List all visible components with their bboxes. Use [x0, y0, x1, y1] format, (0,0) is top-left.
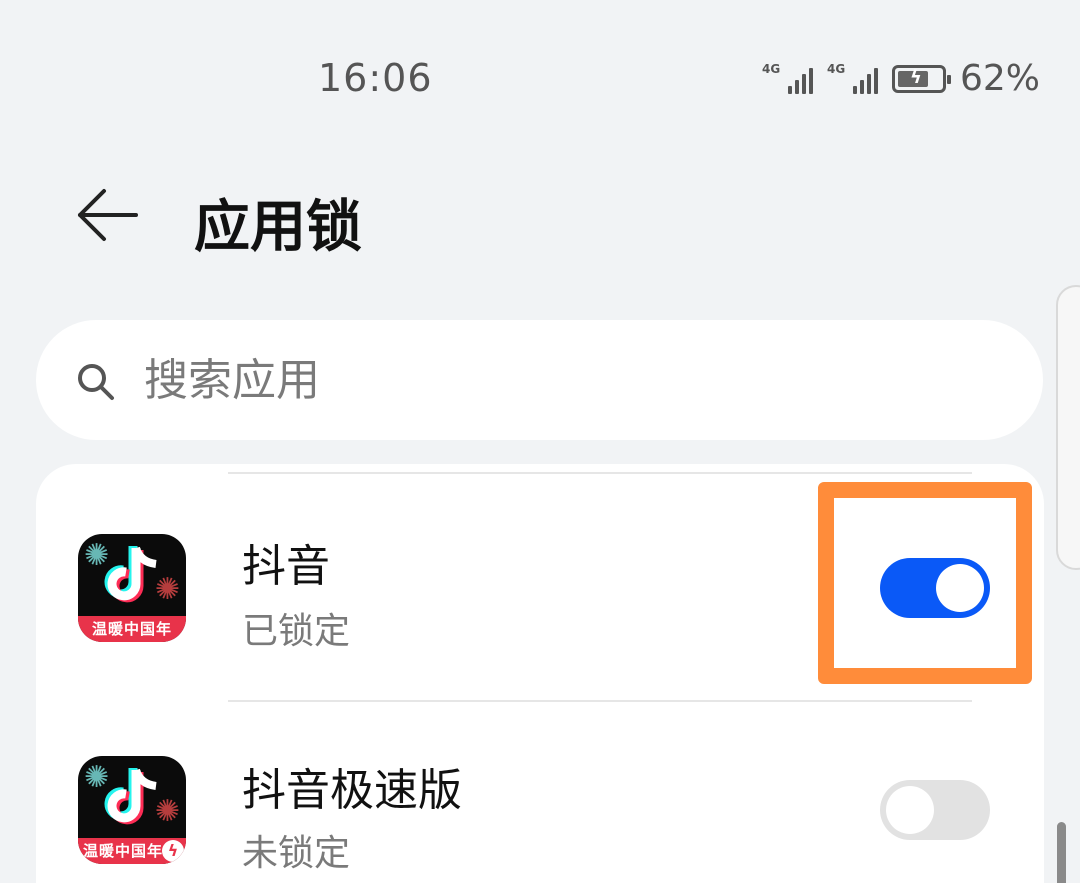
- app-lock-status: 已锁定: [242, 611, 351, 652]
- status-indicators: 4G 4G ϟ 62%: [762, 58, 1040, 99]
- side-panel-handle[interactable]: [1056, 285, 1080, 570]
- lightning-icon: ϟ: [162, 840, 184, 862]
- status-time: 16:06: [318, 56, 433, 100]
- page-title: 应用锁: [194, 195, 362, 260]
- app-lock-status: 未锁定: [242, 833, 351, 874]
- search-icon: [78, 364, 114, 400]
- douyin-lite-app-icon: ✺ ✺ 温暖中国年 ϟ: [78, 756, 186, 864]
- douyin-app-icon: ✺ ✺ 温暖中国年: [78, 534, 186, 642]
- icon-banner: 温暖中国年: [78, 616, 186, 642]
- divider: [228, 472, 972, 474]
- arrow-left-icon[interactable]: [76, 188, 140, 242]
- battery-icon: ϟ: [891, 64, 951, 93]
- toggle-knob: [886, 786, 934, 834]
- signal-icon: 4G: [761, 61, 813, 94]
- battery-percentage: 62%: [959, 58, 1040, 99]
- app-lock-screen: 16:06 4G 4G ϟ 62% 应用锁 搜索应用 ✺ ✺ 温暖中国年 抖音 …: [0, 0, 1080, 883]
- highlight-box: [818, 482, 1032, 684]
- music-note-icon: [104, 768, 157, 825]
- scrollbar[interactable]: [1057, 822, 1066, 883]
- app-name: 抖音极速版: [242, 765, 462, 816]
- divider: [228, 700, 972, 702]
- network-type-label: 4G: [826, 61, 846, 76]
- signal-icon: 4G: [826, 61, 878, 94]
- music-note-icon: [104, 546, 157, 603]
- search-input[interactable]: [144, 348, 1004, 412]
- app-name: 抖音: [242, 541, 330, 592]
- search-bar[interactable]: [36, 320, 1043, 440]
- lock-toggle-douyin-lite[interactable]: [880, 780, 990, 840]
- network-type-label: 4G: [761, 61, 781, 76]
